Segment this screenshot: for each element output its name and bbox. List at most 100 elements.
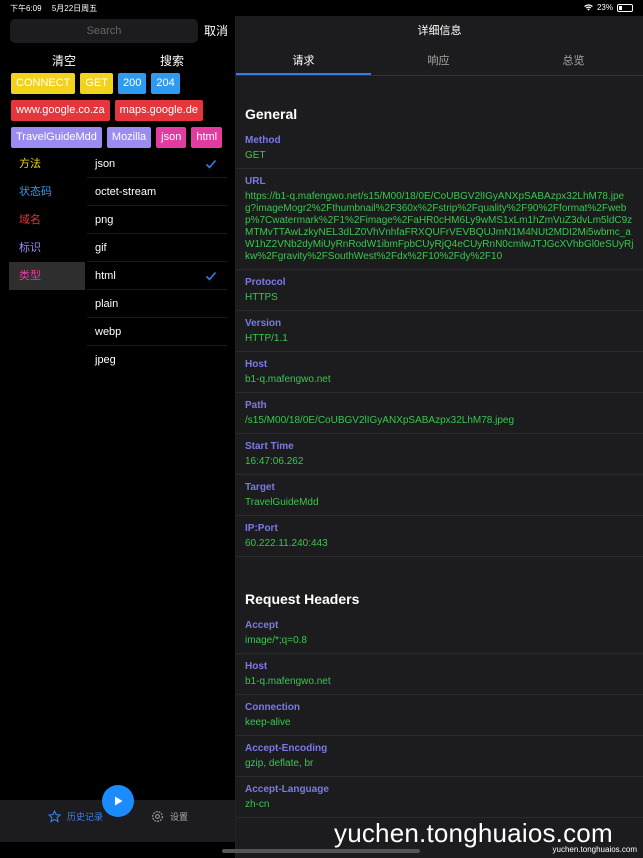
battery-level bbox=[619, 5, 622, 10]
field-value: b1-q.mafengwo.net bbox=[245, 374, 331, 385]
field-value: HTTPS bbox=[245, 292, 278, 303]
tab-settings-label: 设置 bbox=[170, 812, 189, 822]
wifi-icon bbox=[584, 4, 593, 11]
field-value: GET bbox=[245, 150, 266, 161]
filter-tag[interactable]: html bbox=[191, 127, 223, 148]
detail-field: Target TravelGuideMdd bbox=[236, 475, 643, 516]
category-item[interactable]: 标识 bbox=[9, 234, 85, 262]
filter-tag[interactable]: 204 bbox=[151, 73, 180, 94]
field-label: Accept-Encoding bbox=[245, 743, 328, 754]
field-value: b1-q.mafengwo.net bbox=[245, 676, 331, 687]
status-right: 23% bbox=[584, 3, 633, 12]
type-label: plain bbox=[95, 298, 119, 310]
detail-field: IP:Port 60.222.11.240:443 bbox=[236, 516, 643, 557]
field-value: gzip, deflate, br bbox=[245, 758, 314, 769]
category-item[interactable]: 方法 bbox=[9, 150, 85, 178]
search-input[interactable]: Search bbox=[10, 19, 198, 43]
detail-content: General Method GET URL https://b1-q.mafengw… bbox=[236, 76, 643, 818]
detail-field: Version HTTP/1.1 bbox=[236, 311, 643, 352]
selected-tags: CONNECT GET 200 204 www.google.co.za maps.goo… bbox=[11, 73, 231, 154]
cancel-button[interactable]: 取消 bbox=[204, 19, 228, 43]
request-headers-title: Request Headers bbox=[245, 591, 360, 607]
detail-field: Accept-Language zh-cn bbox=[236, 777, 643, 818]
battery-percent: 23% bbox=[596, 3, 613, 12]
filter-tag[interactable]: maps.google.de bbox=[114, 100, 203, 121]
category-item[interactable]: 类型 bbox=[9, 262, 85, 290]
detail-field: URL https://b1-q.mafengwo.net/s15/M00/18/… bbox=[236, 169, 643, 270]
field-value: 16:47:06.262 bbox=[245, 456, 304, 467]
detail-field: Accept-Encoding gzip, deflate, br bbox=[236, 736, 643, 777]
field-label: Protocol bbox=[245, 277, 286, 288]
tab-overview[interactable]: 总览 bbox=[506, 52, 641, 76]
field-value: HTTP/1.1 bbox=[245, 333, 288, 344]
field-value: image/*;q=0.8 bbox=[245, 635, 307, 646]
field-value: keep-alive bbox=[245, 717, 291, 728]
checkmark-icon bbox=[205, 159, 217, 169]
battery-icon bbox=[617, 3, 633, 12]
field-label: Target bbox=[245, 482, 275, 493]
clear-button[interactable]: 清空 bbox=[52, 52, 76, 69]
search-row: Search 取消 bbox=[10, 19, 230, 43]
field-label: Path bbox=[245, 400, 267, 411]
field-label: Version bbox=[245, 318, 282, 329]
detail-panel: 详细信息 请求 响应 总览 General Method GET URL https:… bbox=[236, 16, 643, 858]
type-item[interactable]: json bbox=[87, 150, 227, 178]
filter-tag[interactable]: GET bbox=[80, 73, 114, 94]
detail-field: Connection keep-alive bbox=[236, 695, 643, 736]
status-time: 下午6:09 bbox=[10, 4, 42, 13]
home-indicator bbox=[222, 849, 420, 853]
filter-tag[interactable]: Mozilla bbox=[106, 127, 152, 148]
filter-tag[interactable]: TravelGuideMdd bbox=[11, 127, 102, 148]
tab-history-label: 历史记录 bbox=[67, 812, 104, 822]
type-item[interactable]: webp bbox=[87, 318, 227, 346]
tab-response[interactable]: 响应 bbox=[371, 52, 506, 76]
field-label: Start Time bbox=[245, 441, 294, 452]
category-item[interactable]: 域名 bbox=[9, 206, 85, 234]
filter-tag[interactable]: 200 bbox=[118, 73, 147, 94]
tag-row: www.google.co.za maps.google.de bbox=[11, 100, 231, 121]
type-label: png bbox=[95, 214, 114, 226]
type-item[interactable]: html bbox=[87, 262, 227, 290]
field-label: Connection bbox=[245, 702, 300, 713]
status-bar: 下午6:09 5月22日周五 23% bbox=[0, 0, 643, 16]
checkmark-icon bbox=[205, 271, 217, 281]
tab-history[interactable]: 历史记录 bbox=[48, 810, 103, 823]
detail-field: Host b1-q.mafengwo.net bbox=[236, 352, 643, 393]
tag-row: CONNECT GET 200 204 bbox=[11, 73, 231, 94]
filter-tag[interactable]: json bbox=[156, 127, 187, 148]
type-item[interactable]: gif bbox=[87, 234, 227, 262]
type-item[interactable]: png bbox=[87, 206, 227, 234]
type-item[interactable]: octet-stream bbox=[87, 178, 227, 206]
status-date: 5月22日周五 bbox=[51, 4, 98, 13]
detail-tabs: 请求 响应 总览 bbox=[236, 52, 643, 76]
detail-field: Accept image/*;q=0.8 bbox=[236, 613, 643, 654]
detail-title: 详细信息 bbox=[417, 25, 462, 37]
filter-actions: 清空 搜索 bbox=[0, 52, 235, 68]
detail-field: Protocol HTTPS bbox=[236, 270, 643, 311]
play-button[interactable] bbox=[102, 785, 134, 817]
general-fields: Method GET URL https://b1-q.mafengwo.net/s1… bbox=[236, 128, 643, 557]
filter-tag[interactable]: CONNECT bbox=[11, 73, 76, 94]
search-button[interactable]: 搜索 bbox=[160, 52, 184, 69]
filter-panel: Search 取消 清空 搜索 CONNECT GET 200 204 www.goog… bbox=[0, 16, 235, 858]
filter-tag[interactable]: www.google.co.za bbox=[11, 100, 110, 121]
gear-icon bbox=[152, 811, 163, 822]
field-value: zh-cn bbox=[245, 799, 270, 810]
type-list: json octet-stream png gif html plain webp jpeg bbox=[87, 150, 227, 374]
detail-field: Path/s15/M00/18/0E/CoUBGV2lIGyANXpSABAzp… bbox=[236, 393, 643, 434]
type-label: json bbox=[95, 158, 116, 170]
type-label: gif bbox=[95, 242, 107, 254]
type-item[interactable]: plain bbox=[87, 290, 227, 318]
watermark-small: yuchen.tonghuaios.com bbox=[552, 845, 638, 854]
field-value: https://b1-q.mafengwo.net/s15/M00/18/0E/… bbox=[245, 191, 634, 262]
type-label: html bbox=[95, 270, 116, 282]
tag-row: TravelGuideMdd Mozilla json html bbox=[11, 127, 231, 148]
tab-settings[interactable]: 设置 bbox=[151, 810, 188, 823]
field-label: Method bbox=[245, 135, 281, 146]
field-value: /s15/M00/18/0E/CoUBGV2lIGyANXpSABAzpx32L… bbox=[245, 415, 515, 426]
star-icon bbox=[48, 810, 61, 823]
category-item[interactable]: 状态码 bbox=[9, 178, 85, 206]
field-label: IP:Port bbox=[245, 523, 278, 534]
type-item[interactable]: jpeg bbox=[87, 346, 227, 374]
detail-field: Host b1-q.mafengwo.net bbox=[236, 654, 643, 695]
